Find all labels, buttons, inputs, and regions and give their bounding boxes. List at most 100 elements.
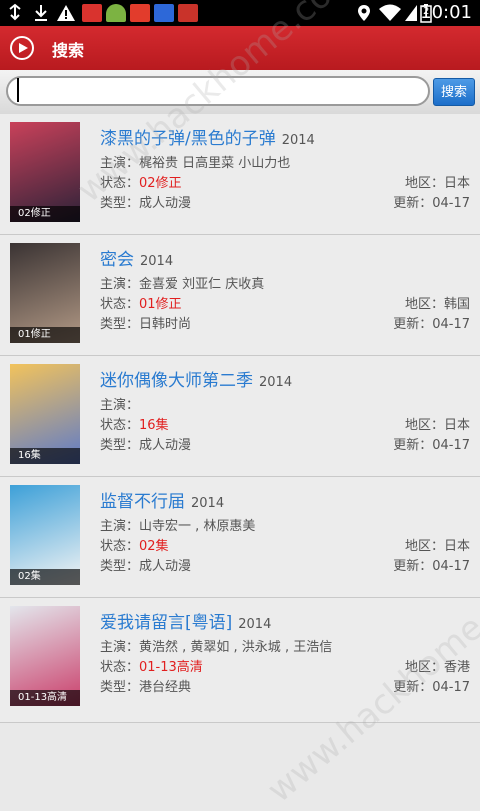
updated-label: 更新： xyxy=(393,317,433,332)
poster-image: 01修正 xyxy=(10,243,80,343)
poster-badge: 16集 xyxy=(10,448,80,464)
poster-badge: 02集 xyxy=(10,569,80,585)
region-row: 地区：日本 xyxy=(405,535,470,554)
status-row: 状态：16集 xyxy=(100,414,169,433)
item-title[interactable]: 密会 2014 xyxy=(100,245,173,270)
region-label: 地区： xyxy=(404,297,444,312)
location-icon xyxy=(356,3,372,23)
cast-row: 主演：金喜爱 刘亚仁 庆收真 xyxy=(100,273,264,292)
item-title[interactable]: 爱我请留言[粤语] 2014 xyxy=(100,608,271,633)
type-label: 类型： xyxy=(100,559,140,574)
type-value: 港台经典 xyxy=(139,680,192,695)
poster-image: 02集 xyxy=(10,485,80,585)
list-item[interactable]: 01-13高清 爱我请留言[粤语] 2014 主演：黄浩然 , 黄翠如 , 洪永城… xyxy=(0,598,480,723)
region-row: 地区：日本 xyxy=(405,172,470,191)
results-list: 02修正 漆黑的子弹/黑色的子弹 2014 主演：梶裕贵 日高里菜 小山力也 状态… xyxy=(0,114,480,723)
poster-image: 16集 xyxy=(10,364,80,464)
warning-icon xyxy=(56,3,76,23)
cast-label: 主演： xyxy=(100,640,140,655)
type-label: 类型： xyxy=(100,680,140,695)
app1-icon xyxy=(82,4,102,22)
status-value: 16集 xyxy=(139,418,169,433)
updated-label: 更新： xyxy=(393,680,433,695)
status-row: 状态：02修正 xyxy=(100,172,182,191)
type-label: 类型： xyxy=(100,196,140,211)
cast-label: 主演： xyxy=(100,398,140,413)
type-row: 类型：港台经典 xyxy=(100,676,191,695)
updated-row: 更新：04-17 xyxy=(393,313,470,332)
search-button[interactable]: 搜索 xyxy=(433,78,475,106)
app3-icon xyxy=(178,4,198,22)
item-year: 2014 xyxy=(238,617,272,632)
cast-label: 主演： xyxy=(100,277,140,292)
region-value: 日本 xyxy=(443,539,470,554)
cast-value: 金喜爱 刘亚仁 庆收真 xyxy=(139,277,265,292)
status-row: 状态：02集 xyxy=(100,535,169,554)
title-text: 漆黑的子弹/黑色的子弹 xyxy=(100,129,276,149)
cast-row: 主演：梶裕贵 日高里菜 小山力也 xyxy=(100,152,290,171)
back-icon[interactable] xyxy=(10,36,34,60)
signal-icon xyxy=(404,3,418,23)
title-bar: 搜索 xyxy=(0,26,480,71)
updated-value: 04-17 xyxy=(432,680,470,695)
status-row: 状态：01修正 xyxy=(100,293,182,312)
cast-value: 梶裕贵 日高里菜 小山力也 xyxy=(139,156,291,171)
updated-value: 04-17 xyxy=(432,196,470,211)
item-year: 2014 xyxy=(140,254,174,269)
type-label: 类型： xyxy=(100,438,140,453)
updated-value: 04-17 xyxy=(432,438,470,453)
status-label: 状态： xyxy=(100,660,140,675)
item-year: 2014 xyxy=(259,375,293,390)
type-label: 类型： xyxy=(100,317,140,332)
android-icon xyxy=(106,4,126,22)
status-value: 01-13高清 xyxy=(139,660,203,675)
poster-image: 02修正 xyxy=(10,122,80,222)
usb-icon xyxy=(6,3,24,23)
app2-icon xyxy=(130,4,150,22)
status-label: 状态： xyxy=(100,297,140,312)
item-title[interactable]: 漆黑的子弹/黑色的子弹 2014 xyxy=(100,124,315,149)
text-cursor xyxy=(17,78,19,102)
region-value: 香港 xyxy=(443,660,470,675)
region-value: 日本 xyxy=(443,418,470,433)
poster-badge: 01修正 xyxy=(10,327,80,343)
region-row: 地区：韩国 xyxy=(405,293,470,312)
region-value: 日本 xyxy=(443,176,470,191)
list-item[interactable]: 01修正 密会 2014 主演：金喜爱 刘亚仁 庆收真 状态：01修正 类型：日韩… xyxy=(0,235,480,356)
search-bar: 搜索 xyxy=(0,70,480,115)
item-title[interactable]: 迷你偶像大师第二季 2014 xyxy=(100,366,292,391)
wifi-icon xyxy=(378,3,402,23)
region-row: 地区：日本 xyxy=(405,414,470,433)
title-text: 密会 xyxy=(100,250,134,270)
search-input[interactable] xyxy=(6,76,430,106)
region-row: 地区：香港 xyxy=(405,656,470,675)
list-item[interactable]: 16集 迷你偶像大师第二季 2014 主演： 状态：16集 类型：成人动漫 地区：… xyxy=(0,356,480,477)
cast-value: 黄浩然 , 黄翠如 , 洪永城 , 王浩信 xyxy=(139,640,333,655)
status-label: 状态： xyxy=(100,539,140,554)
cast-label: 主演： xyxy=(100,156,140,171)
poster-badge: 01-13高清 xyxy=(10,690,80,706)
item-title[interactable]: 监督不行届 2014 xyxy=(100,487,224,512)
title-text: 迷你偶像大师第二季 xyxy=(100,371,253,391)
updated-row: 更新：04-17 xyxy=(393,434,470,453)
status-value: 01修正 xyxy=(139,297,182,312)
region-label: 地区： xyxy=(404,539,444,554)
cast-row: 主演：山寺宏一 , 林原惠美 xyxy=(100,515,255,534)
status-row: 状态：01-13高清 xyxy=(100,656,203,675)
region-label: 地区： xyxy=(404,176,444,191)
updated-label: 更新： xyxy=(393,438,433,453)
list-item[interactable]: 02修正 漆黑的子弹/黑色的子弹 2014 主演：梶裕贵 日高里菜 小山力也 状态… xyxy=(0,114,480,235)
updated-label: 更新： xyxy=(393,196,433,211)
status-label: 状态： xyxy=(100,418,140,433)
updated-value: 04-17 xyxy=(432,559,470,574)
type-row: 类型：成人动漫 xyxy=(100,192,191,211)
cast-row: 主演： xyxy=(100,394,139,413)
list-item[interactable]: 02集 监督不行届 2014 主演：山寺宏一 , 林原惠美 状态：02集 类型：成… xyxy=(0,477,480,598)
status-value: 02修正 xyxy=(139,176,182,191)
title-text: 监督不行届 xyxy=(100,492,185,512)
status-value: 02集 xyxy=(139,539,169,554)
item-year: 2014 xyxy=(281,133,315,148)
updated-row: 更新：04-17 xyxy=(393,192,470,211)
poster-image: 01-13高清 xyxy=(10,606,80,706)
status-label: 状态： xyxy=(100,176,140,191)
